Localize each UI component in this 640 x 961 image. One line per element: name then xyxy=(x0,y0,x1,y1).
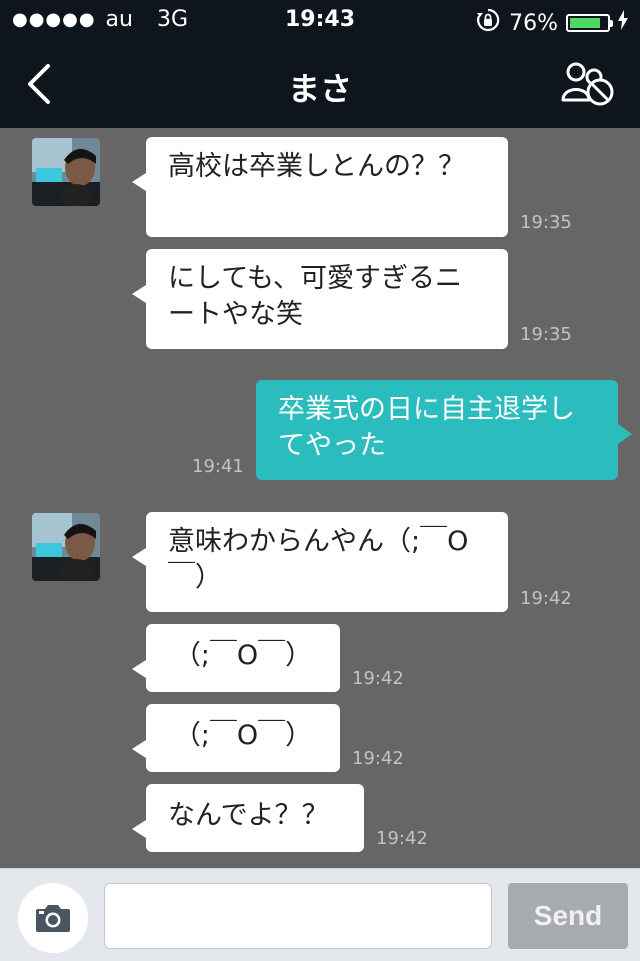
message-time: 19:35 xyxy=(520,212,572,233)
avatar[interactable] xyxy=(32,138,100,206)
message-text: 卒業式の日に自主退学してやった xyxy=(278,394,575,461)
chat-area[interactable]: 高校は卒業しとんの？？ 19:35 にしても、可愛すぎるニートやな笑 19:35… xyxy=(0,128,640,868)
avatar[interactable] xyxy=(32,513,100,581)
message-bubble[interactable]: （;￣O￣） xyxy=(132,624,340,692)
message-input[interactable] xyxy=(104,883,492,949)
rotation-lock-icon xyxy=(475,7,501,39)
message-bubble[interactable]: 意味わからんやん（;￣O￣） xyxy=(132,512,508,612)
message-bubble[interactable]: 卒業式の日に自主退学してやった xyxy=(256,380,632,480)
charging-bolt-icon xyxy=(618,10,628,36)
chat-title: まさ xyxy=(287,70,352,108)
message-text: （;￣O￣） xyxy=(173,640,313,671)
message-text: にしても、可愛すぎるニートやな笑 xyxy=(168,263,463,330)
message-time: 19:42 xyxy=(352,668,404,689)
battery-icon xyxy=(566,14,613,32)
message-bubble[interactable]: 高校は卒業しとんの？？ xyxy=(132,137,508,237)
battery-percent: 76% xyxy=(509,10,558,36)
message-time: 19:42 xyxy=(376,828,428,849)
camera-icon xyxy=(36,905,70,932)
message-bubble[interactable]: なんでよ？？ xyxy=(132,784,364,852)
send-button[interactable]: Send xyxy=(508,883,628,949)
message-input-bar: Send xyxy=(0,868,640,961)
message-text: （;￣O￣） xyxy=(173,720,313,751)
nav-bar: まさ xyxy=(0,40,640,128)
message-time: 19:42 xyxy=(352,748,404,769)
block-user-icon xyxy=(561,62,614,106)
status-bar: ●●●●● au 3G 19:43 76% xyxy=(0,0,640,40)
camera-button[interactable] xyxy=(18,883,88,953)
contact-photo xyxy=(32,138,100,206)
message-time: 19:42 xyxy=(520,588,572,609)
contact-photo xyxy=(32,513,100,581)
block-user-button[interactable] xyxy=(560,60,620,108)
message-text: 意味わからんやん（;￣O￣） xyxy=(168,526,469,593)
message-time: 19:35 xyxy=(520,324,572,345)
message-text: なんでよ？？ xyxy=(168,800,329,831)
message-bubble[interactable]: （;￣O￣） xyxy=(132,704,340,772)
message-time: 19:41 xyxy=(192,456,244,477)
message-text: 高校は卒業しとんの？？ xyxy=(168,151,465,182)
message-bubble[interactable]: にしても、可愛すぎるニートやな笑 xyxy=(132,249,508,349)
